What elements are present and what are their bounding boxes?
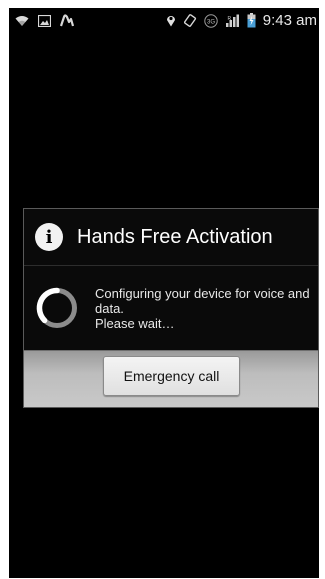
status-left-icons [15, 14, 74, 27]
message-line-wait: Please wait… [95, 315, 175, 331]
dialog-body: Configuring your device for voice and da… [24, 266, 318, 350]
rotate-icon [183, 14, 197, 27]
status-time: 9:43 am [262, 12, 317, 29]
message-line-configuring: Configuring your device for voice and da… [95, 285, 310, 316]
progress-spinner [36, 287, 77, 328]
dialog-footer: Emergency call [24, 350, 318, 407]
battery-icon [247, 13, 256, 28]
image-icon [38, 14, 51, 27]
emergency-call-button[interactable]: Emergency call [103, 356, 240, 396]
svg-text:R: R [227, 16, 231, 22]
location-icon [166, 14, 176, 27]
signal-icon: R [225, 14, 240, 28]
status-right-icons: 3G R 9:43 am [166, 12, 317, 29]
wifi-icon [15, 15, 29, 27]
status-bar: 3G R 9:43 am [9, 8, 319, 33]
dialog-title: Hands Free Activation [77, 225, 273, 248]
phone-screen: 3G R 9:43 am i Hands Free Activation Con… [9, 8, 319, 578]
dialog-header: i Hands Free Activation [24, 209, 318, 266]
svg-text:3G: 3G [207, 19, 215, 25]
dialog-message: Configuring your device for voice and da… [95, 286, 310, 331]
activation-dialog: i Hands Free Activation Configuring your… [23, 208, 319, 408]
3g-icon: 3G [204, 13, 218, 28]
activity-icon [60, 14, 74, 27]
info-icon: i [35, 223, 63, 251]
